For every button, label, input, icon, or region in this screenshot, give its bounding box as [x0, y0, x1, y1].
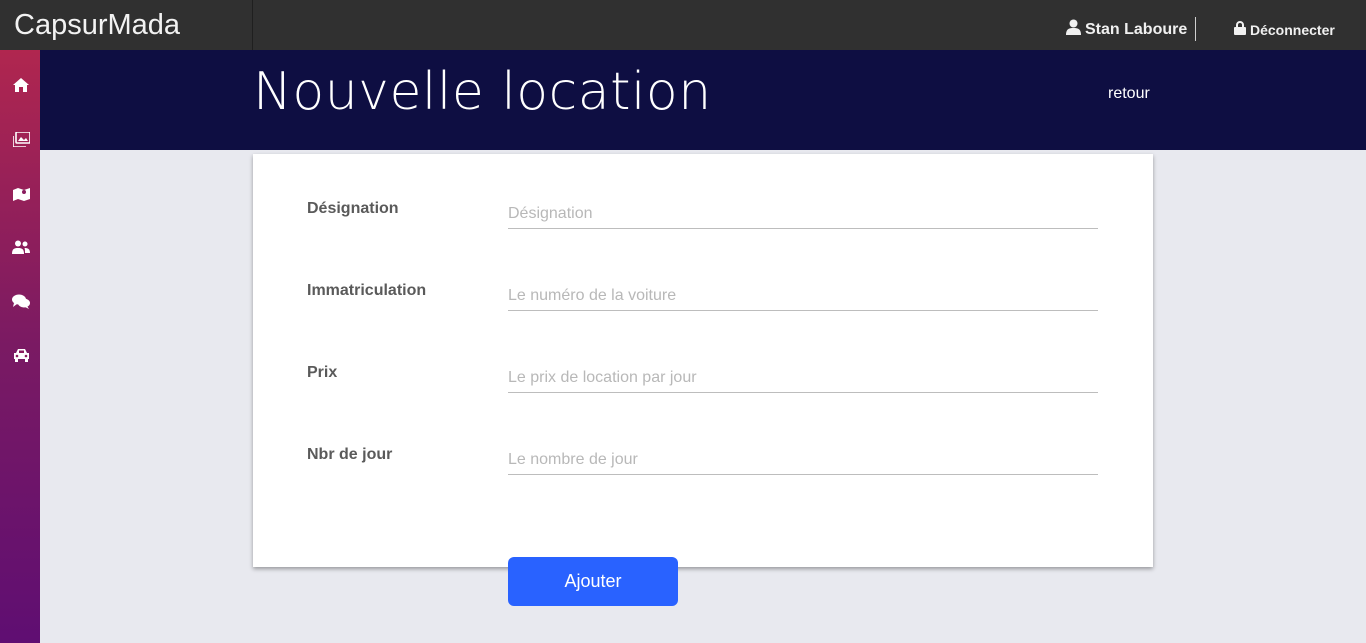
logout-button[interactable]: Déconnecter	[1234, 21, 1335, 38]
back-link[interactable]: retour	[1108, 85, 1150, 103]
nbr-jour-input[interactable]	[508, 445, 1098, 475]
map-icon[interactable]	[10, 182, 32, 204]
ajouter-button[interactable]: Ajouter	[508, 557, 678, 606]
user-icon	[1066, 19, 1081, 40]
car-icon[interactable]	[10, 344, 32, 366]
page-header: Nouvelle location retour	[40, 50, 1366, 150]
immatriculation-input[interactable]	[508, 281, 1098, 311]
lock-icon	[1234, 21, 1246, 38]
designation-input[interactable]	[508, 199, 1098, 229]
page-title: Nouvelle location	[253, 62, 712, 122]
comments-icon[interactable]	[10, 290, 32, 312]
users-icon[interactable]	[10, 236, 32, 258]
user-name: Stan Laboure	[1085, 20, 1188, 38]
prix-label: Prix	[307, 364, 338, 381]
form-card: Désignation Immatriculation Prix Nbr de …	[253, 154, 1153, 567]
user-menu[interactable]: Stan Laboure	[1066, 19, 1187, 40]
immatriculation-label: Immatriculation	[307, 282, 427, 299]
sidebar	[0, 50, 40, 643]
images-icon[interactable]	[10, 128, 32, 150]
topbar-divider	[252, 0, 253, 50]
nbr-jour-label: Nbr de jour	[307, 446, 393, 463]
prix-input[interactable]	[508, 363, 1098, 393]
logout-label: Déconnecter	[1250, 21, 1335, 38]
designation-label: Désignation	[307, 200, 399, 217]
top-navbar: CapsurMada Stan Laboure Déconnecter	[0, 0, 1366, 50]
home-icon[interactable]	[10, 74, 32, 96]
brand-logo[interactable]: CapsurMada	[14, 9, 180, 42]
topbar-separator	[1195, 17, 1196, 41]
